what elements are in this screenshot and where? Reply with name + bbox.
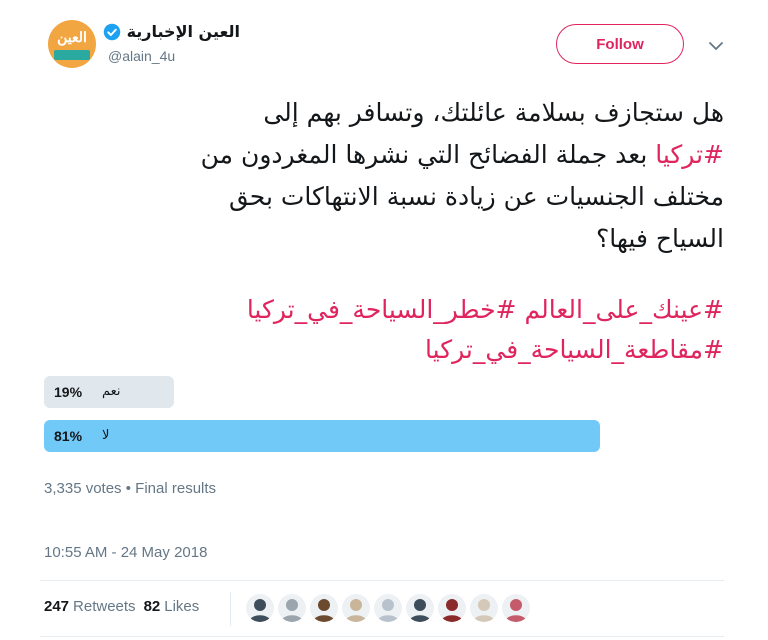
liker-avatar-2[interactable] <box>278 594 306 622</box>
poll-option-yes: 19% نعم <box>44 376 604 408</box>
verified-badge-icon <box>103 23 120 40</box>
person-icon <box>406 594 434 622</box>
poll-meta: 3,335 votes • Final results <box>44 480 216 497</box>
hashtag-turkey[interactable]: #تركيا <box>655 140 724 169</box>
poll-label-no: لا <box>102 428 110 443</box>
liker-avatar-7[interactable] <box>438 594 466 622</box>
hashtags-line-2[interactable]: #مقاطعة_السياحة_في_تركيا <box>40 330 724 370</box>
likers-list <box>246 594 530 622</box>
tweet-line-3: مختلف الجنسيات عن زيادة نسبة الانتهاكات … <box>228 182 724 211</box>
person-icon <box>470 594 498 622</box>
liker-avatar-6[interactable] <box>406 594 434 622</box>
hashtags-line-1[interactable]: #عينك_على_العالم #خطر_السياحة_في_تركيا <box>40 290 724 330</box>
tweet-timestamp[interactable]: 10:55 AM - 24 May 2018 <box>44 544 207 561</box>
liker-avatar-5[interactable] <box>374 594 402 622</box>
tweet-stats: 247 Retweets 82 Likes <box>44 598 199 615</box>
poll-option-no: 81% لا <box>44 420 604 452</box>
chevron-down-icon[interactable] <box>708 40 724 52</box>
tweet-line-2: #تركيا بعد جملة الفضائح التي نشرها المغر… <box>40 134 724 176</box>
tweet-line-1: هل ستجازف بسلامة عائلتك، وتسافر بهم إلى <box>263 98 724 127</box>
avatar-logo-text: العين <box>57 30 87 46</box>
retweets-label: Retweets <box>73 598 136 615</box>
retweets-stat[interactable]: 247 Retweets <box>44 598 136 615</box>
account-handle[interactable]: @alain_4u <box>108 48 175 64</box>
avatar-logo-subtext <box>54 50 90 60</box>
likes-count: 82 <box>143 598 161 615</box>
poll-percent-yes: 19% <box>54 384 83 400</box>
display-name[interactable]: العين الإخبارية <box>127 22 240 41</box>
divider-bottom <box>40 636 724 637</box>
poll-percent-no: 81% <box>54 428 83 444</box>
liker-avatar-3[interactable] <box>310 594 338 622</box>
liker-avatar-9[interactable] <box>502 594 530 622</box>
account-avatar[interactable]: العين <box>48 20 96 68</box>
stats-separator <box>230 592 231 626</box>
tweet-line-2-text: بعد جملة الفضائح التي نشرها المغردون من <box>200 140 656 169</box>
likes-stat[interactable]: 82 Likes <box>144 598 200 615</box>
likes-label: Likes <box>164 598 200 615</box>
follow-button[interactable]: Follow <box>556 24 684 64</box>
liker-avatar-8[interactable] <box>470 594 498 622</box>
name-row: العين الإخبارية <box>103 22 240 41</box>
tweet-body: هل ستجازف بسلامة عائلتك، وتسافر بهم إلى … <box>40 92 724 260</box>
person-icon <box>278 594 306 622</box>
tweet-header: العين العين الإخبارية @alain_4u Follow <box>0 0 768 80</box>
person-icon <box>502 594 530 622</box>
poll: 19% نعم 81% لا <box>44 376 604 464</box>
poll-label-yes: نعم <box>102 384 121 399</box>
retweets-count: 247 <box>44 598 70 615</box>
person-icon <box>310 594 338 622</box>
poll-bar-no <box>44 420 600 452</box>
divider-top <box>40 580 724 581</box>
person-icon <box>438 594 466 622</box>
poll-separator: • <box>125 480 131 497</box>
poll-status: Final results <box>135 480 217 497</box>
person-icon <box>246 594 274 622</box>
liker-avatar-1[interactable] <box>246 594 274 622</box>
tweet-hashtags: #عينك_على_العالم #خطر_السياحة_في_تركيا #… <box>40 290 724 370</box>
tweet-line-4: السياح فيها؟ <box>595 224 724 253</box>
person-icon <box>342 594 370 622</box>
liker-avatar-4[interactable] <box>342 594 370 622</box>
person-icon <box>374 594 402 622</box>
poll-votes: 3,335 votes <box>44 480 122 497</box>
